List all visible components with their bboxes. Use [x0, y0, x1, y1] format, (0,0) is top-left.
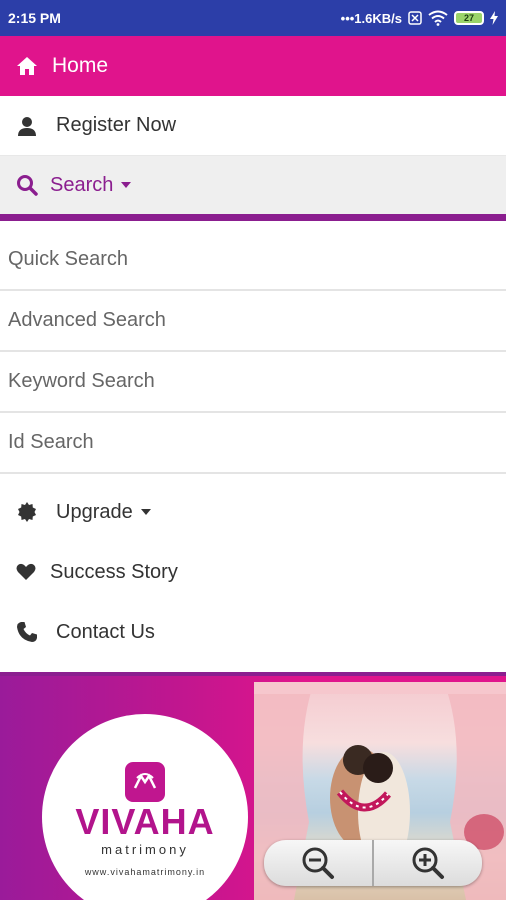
logo-mark-icon [125, 762, 165, 802]
status-time: 2:15 PM [8, 10, 61, 26]
submenu-item-quick-search[interactable]: Quick Search [0, 230, 506, 291]
status-bar: 2:15 PM •••1.6KB/s 27 [0, 0, 506, 36]
menu-item-contact[interactable]: Contact Us [0, 602, 506, 662]
brand-subtitle: matrimony [101, 842, 189, 857]
menu-label-register: Register Now [56, 114, 177, 136]
submenu-label: Keyword Search [8, 370, 155, 392]
menu-label-upgrade: Upgrade [56, 501, 151, 524]
home-icon [16, 55, 38, 77]
menu-label-search: Search [50, 173, 132, 197]
status-right: •••1.6KB/s 27 [341, 10, 498, 26]
zoom-in-icon [411, 846, 445, 880]
zoom-controls [264, 840, 482, 886]
submenu-item-advanced-search[interactable]: Advanced Search [0, 291, 506, 352]
brand-logo: VIVAHA matrimony www.vivahamatrimony.in [42, 714, 248, 900]
menu-item-upgrade[interactable]: Upgrade [0, 482, 506, 542]
battery-icon: 27 [454, 11, 484, 25]
menu-item-register[interactable]: Register Now [0, 96, 506, 156]
chevron-down-icon [121, 182, 132, 189]
menu-item-search[interactable]: Search [0, 156, 506, 214]
phone-icon [16, 621, 38, 643]
submenu-label: Id Search [8, 431, 94, 453]
menu-item-success-story[interactable]: Success Story [0, 542, 506, 602]
menu-label-success: Success Story [50, 560, 178, 583]
brand-name: VIVAHA [75, 801, 215, 842]
search-icon [16, 174, 38, 196]
submenu-item-keyword-search[interactable]: Keyword Search [0, 352, 506, 413]
submenu-item-id-search[interactable]: Id Search [0, 413, 506, 474]
upgrade-label-text: Upgrade [56, 500, 133, 523]
heart-icon [16, 563, 36, 581]
submenu-label: Quick Search [8, 248, 129, 270]
wifi-icon [428, 10, 448, 26]
badge-icon [16, 501, 38, 523]
battery-level: 27 [463, 13, 474, 23]
search-submenu-divider [0, 214, 506, 221]
zoom-in-button[interactable] [372, 840, 482, 886]
charging-icon [490, 11, 498, 25]
sim-off-icon [408, 11, 422, 25]
zoom-out-icon [301, 846, 335, 880]
search-label-text: Search [50, 173, 114, 196]
network-speed: •••1.6KB/s [340, 10, 402, 26]
brand-url: www.vivahamatrimony.in [84, 867, 206, 877]
submenu-label: Advanced Search [8, 309, 166, 331]
chevron-down-icon [140, 509, 151, 516]
zoom-out-button[interactable] [264, 840, 372, 886]
menu-item-home[interactable]: Home [0, 36, 506, 96]
menu-label-contact: Contact Us [56, 620, 155, 643]
menu-label-home: Home [52, 54, 109, 77]
user-icon [16, 115, 38, 137]
